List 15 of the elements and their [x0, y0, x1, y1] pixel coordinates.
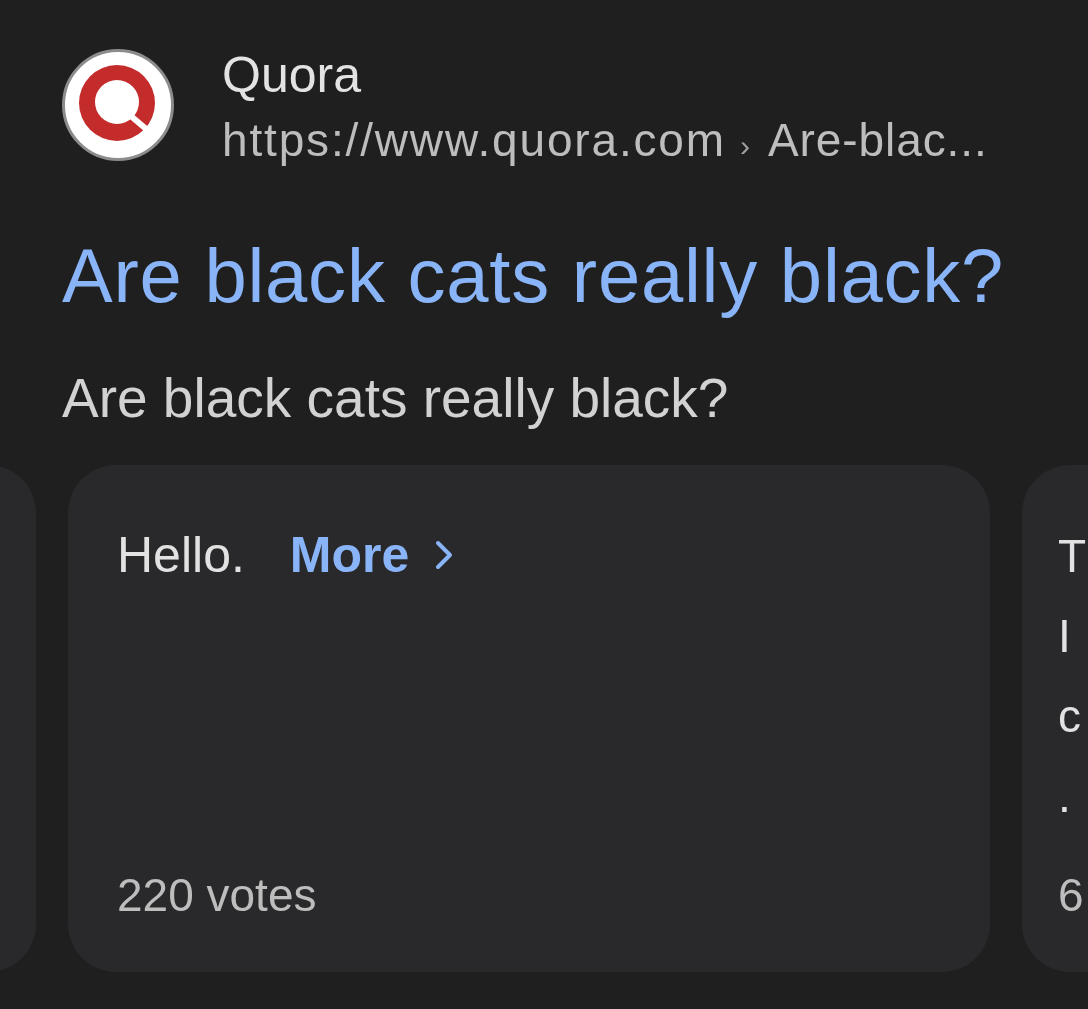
- logo-icon: [62, 49, 174, 161]
- vote-count: 220 votes: [117, 872, 317, 918]
- answer-text: I: [1058, 609, 1071, 664]
- answer-card[interactable]: Hello. More 220 votes: [68, 465, 990, 972]
- answer-text: Hello.: [117, 530, 245, 580]
- answer-text: c: [1058, 689, 1081, 744]
- answer-text: T: [1058, 529, 1087, 584]
- breadcrumb-separator: ›: [739, 131, 750, 161]
- chevron-right-icon: [435, 540, 454, 570]
- site-name: Quora: [222, 50, 361, 100]
- more-link[interactable]: More: [289, 530, 454, 580]
- vote-count: 6: [1058, 872, 1084, 918]
- breadcrumb-path: Are-blac...: [767, 117, 988, 163]
- answer-text: .: [1058, 769, 1071, 824]
- answer-card[interactable]: T I c . 6: [1022, 465, 1088, 972]
